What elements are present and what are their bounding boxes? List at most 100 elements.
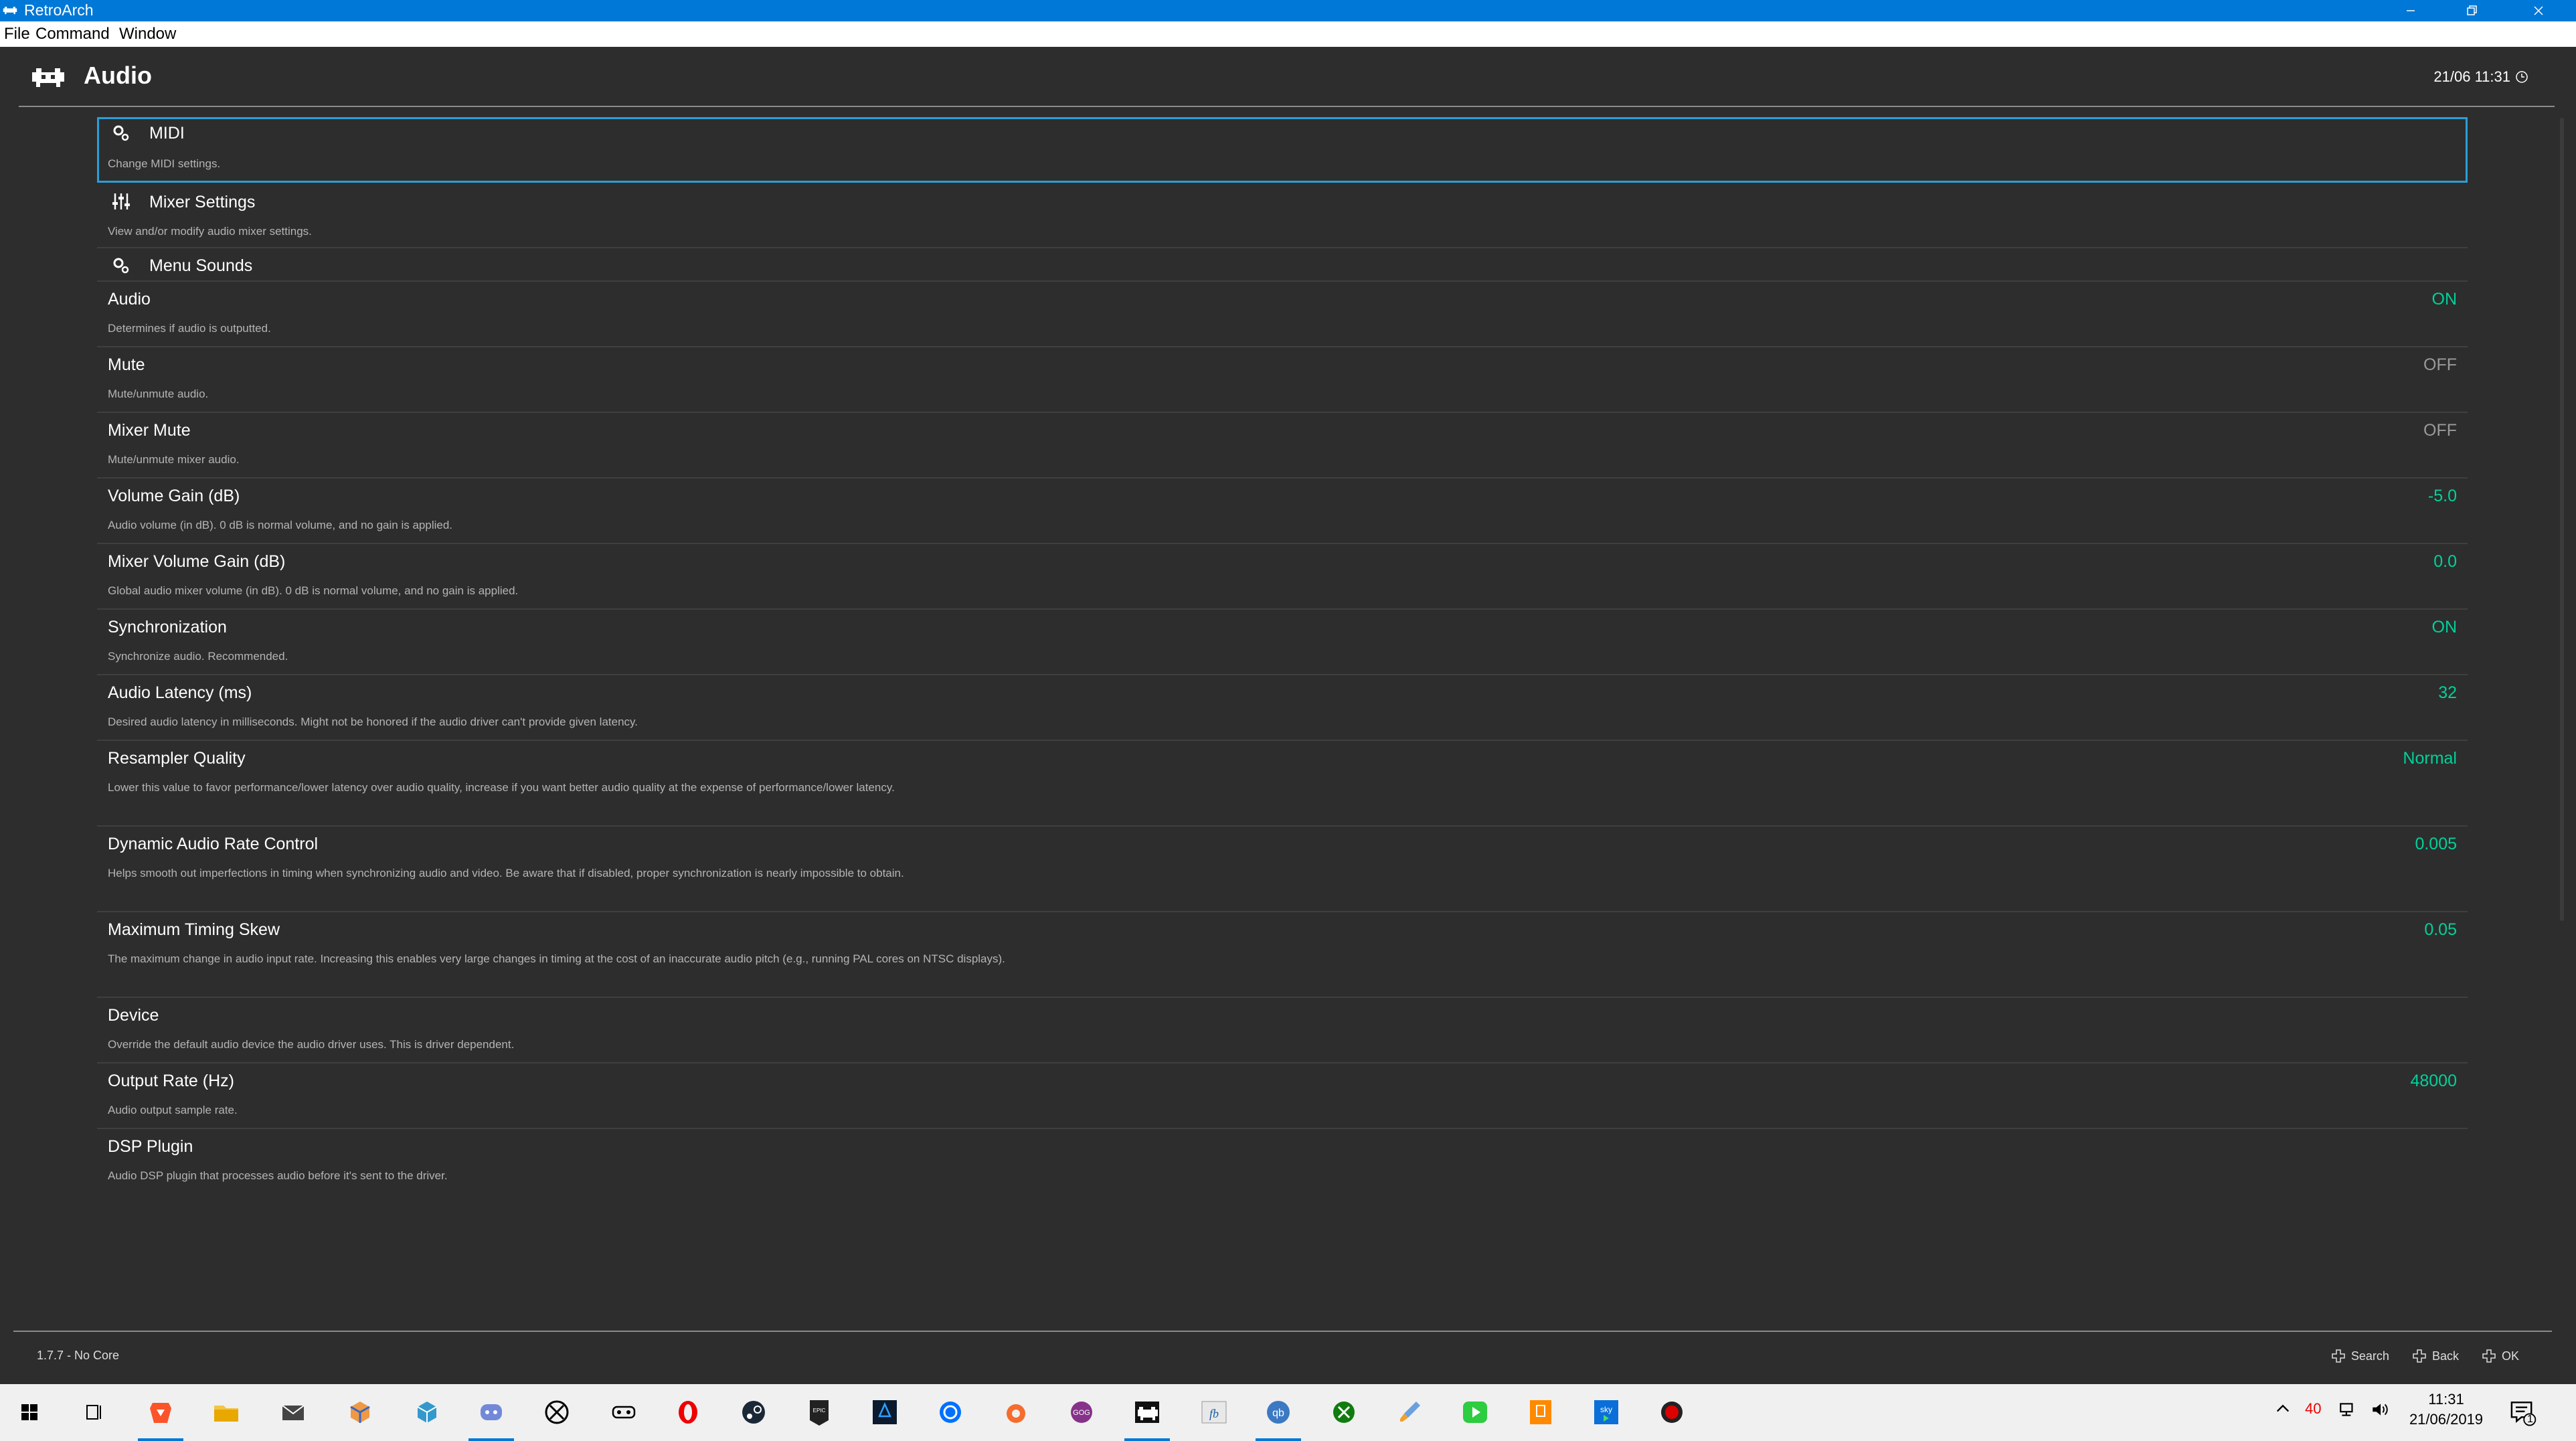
svg-text:GOG: GOG [1073, 1409, 1090, 1417]
taskbar-date: 21/06/2019 [2409, 1411, 2484, 1428]
window-titlebar: RetroArch [0, 0, 2576, 21]
menu-command[interactable]: Command [35, 25, 110, 44]
3d-cube-icon [417, 1402, 437, 1423]
task-view-button[interactable] [76, 1395, 111, 1430]
taskbar-vr[interactable] [606, 1395, 641, 1430]
ok-label: OK [2501, 1349, 2519, 1363]
list-item-mute[interactable]: Mute OFF Mute/unmute audio. [97, 347, 2468, 413]
play-icon [1463, 1402, 1487, 1423]
taskbar-battlenet[interactable] [867, 1395, 902, 1430]
item-value: OFF [2423, 421, 2457, 440]
network-button[interactable] [2338, 1400, 2357, 1423]
taskbar-qbittorrent[interactable]: qb [1261, 1395, 1296, 1430]
restore-button[interactable] [2434, 0, 2509, 21]
item-description: Lower this value to favor performance/lo… [108, 781, 895, 794]
taskbar-sky[interactable]: sky [1589, 1395, 1624, 1430]
close-button[interactable] [2501, 0, 2576, 21]
item-value: 32 [2438, 683, 2457, 702]
taskbar-app-red[interactable] [1654, 1395, 1689, 1430]
taskbar-uplay[interactable] [933, 1395, 968, 1430]
orange-app-icon [1530, 1400, 1551, 1424]
item-description: Override the default audio device the au… [108, 1038, 515, 1051]
item-label: Mixer Volume Gain (dB) [108, 552, 286, 571]
battlenet-icon [873, 1400, 897, 1424]
taskbar-clock[interactable]: 11:31 21/06/2019 [2406, 1389, 2486, 1430]
taskbar-steam[interactable] [736, 1395, 771, 1430]
menubar: File Command Window [0, 21, 2576, 47]
taskbar-epic-games[interactable]: EPIC [802, 1395, 837, 1430]
back-label: Back [2431, 1349, 2459, 1363]
item-description: Mute/unmute mixer audio. [108, 453, 240, 466]
taskbar-app-3d[interactable] [410, 1395, 444, 1430]
show-hidden-icons-button[interactable] [2274, 1400, 2292, 1422]
taskbar-app-orange[interactable] [1523, 1395, 1558, 1430]
folder-icon [214, 1406, 238, 1422]
list-item-output-rate[interactable]: Output Rate (Hz) 48000 Audio output samp… [97, 1064, 2468, 1129]
list-item-menu-sounds[interactable]: Menu Sounds [97, 248, 2468, 282]
back-button[interactable]: Back [2412, 1349, 2459, 1363]
list-item-audio-latency[interactable]: Audio Latency (ms) 32 Desired audio late… [97, 675, 2468, 741]
list-item-mixer-mute[interactable]: Mixer Mute OFF Mute/unmute mixer audio. [97, 413, 2468, 479]
taskbar-origin[interactable] [999, 1395, 1033, 1430]
item-label: Volume Gain (dB) [108, 487, 240, 505]
taskbar-xbox-app[interactable] [1326, 1395, 1361, 1430]
list-item-maximum-timing-skew[interactable]: Maximum Timing Skew 0.05 The maximum cha… [97, 912, 2468, 998]
taskbar-xbox[interactable] [539, 1395, 574, 1430]
svg-text:qb: qb [1272, 1408, 1284, 1419]
sky-app-icon: sky [1594, 1400, 1618, 1424]
list-item-mixer-volume-gain[interactable]: Mixer Volume Gain (dB) 0.0 Global audio … [97, 544, 2468, 610]
item-value: 0.005 [2415, 835, 2457, 853]
menu-window[interactable]: Window [119, 25, 176, 44]
taskbar-opera[interactable] [671, 1395, 705, 1430]
item-description: Audio output sample rate. [108, 1104, 238, 1116]
list-item-audio[interactable]: Audio ON Determines if audio is outputte… [97, 282, 2468, 347]
red-octagon-app-icon [1661, 1402, 1683, 1423]
header-clock: 21/06 11:31 [2433, 68, 2529, 86]
taskbar-paint[interactable] [1392, 1395, 1427, 1430]
mail-icon [282, 1405, 305, 1420]
svg-text:fb: fb [1209, 1407, 1219, 1420]
clock-text: 21/06 11:31 [2433, 68, 2510, 85]
taskbar-brave[interactable] [143, 1395, 178, 1430]
list-item-volume-gain[interactable]: Volume Gain (dB) -5.0 Audio volume (in d… [97, 479, 2468, 544]
tray-badge[interactable]: 40 [2305, 1400, 2321, 1418]
item-label: Synchronization [108, 618, 227, 637]
list-item-synchronization[interactable]: Synchronization ON Synchronize audio. Re… [97, 610, 2468, 675]
clock-icon [2516, 71, 2528, 83]
active-indicator [1124, 1438, 1170, 1441]
taskbar-file-explorer[interactable] [209, 1395, 244, 1430]
origin-icon [1007, 1404, 1025, 1423]
volume-button[interactable] [2371, 1400, 2389, 1423]
ok-button[interactable]: OK [2482, 1349, 2519, 1363]
list-item-device[interactable]: Device Override the default audio device… [97, 998, 2468, 1064]
taskbar-gog[interactable]: GOG [1064, 1395, 1099, 1430]
gamepad-dpad-icon [2413, 1349, 2426, 1363]
taskbar-discord[interactable] [474, 1395, 509, 1430]
list-item-midi[interactable]: MIDI Change MIDI settings. [97, 117, 2468, 183]
close-icon [2534, 6, 2543, 15]
taskbar-foobar[interactable]: fb [1197, 1395, 1231, 1430]
scrollbar[interactable] [2560, 118, 2564, 921]
menu-file[interactable]: File [4, 25, 30, 44]
list-item-mixer-settings[interactable]: Mixer Settings View and/or modify audio … [97, 183, 2468, 248]
foobar-icon: fb [1201, 1401, 1227, 1424]
active-indicator [1256, 1438, 1301, 1441]
steam-icon [742, 1401, 765, 1424]
start-button[interactable] [12, 1395, 47, 1430]
action-center-button[interactable] [2508, 1397, 2538, 1431]
item-label: Dynamic Audio Rate Control [108, 835, 319, 853]
list-item-dsp-plugin[interactable]: DSP Plugin Audio DSP plugin that process… [97, 1129, 2468, 1195]
search-button[interactable]: Search [2331, 1349, 2389, 1363]
taskbar-mail[interactable] [276, 1395, 311, 1430]
rubiks-cube-icon [350, 1402, 370, 1423]
item-label: Resampler Quality [108, 749, 246, 768]
list-item-resampler-quality[interactable]: Resampler Quality Normal Lower this valu… [97, 741, 2468, 827]
taskbar-retroarch[interactable] [1130, 1395, 1165, 1430]
list-item-dynamic-audio-rate-control[interactable]: Dynamic Audio Rate Control 0.005 Helps s… [97, 827, 2468, 912]
retroarch-content: Audio 21/06 11:31 MIDI Change MIDI setti… [0, 47, 2576, 1384]
item-description: Determines if audio is outputted. [108, 322, 271, 335]
item-value: ON [2431, 618, 2458, 637]
taskbar-app-cube[interactable] [343, 1395, 377, 1430]
epic-games-icon: EPIC [810, 1400, 829, 1426]
taskbar-media-player[interactable] [1458, 1395, 1492, 1430]
